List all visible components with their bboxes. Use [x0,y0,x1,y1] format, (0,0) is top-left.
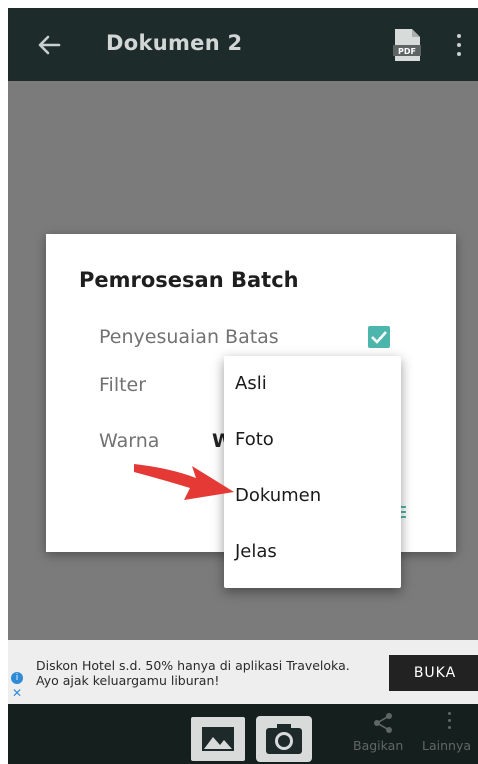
camera-icon [266,724,302,754]
checkmark-icon [371,331,387,344]
ad-open-button[interactable]: BUKA [389,655,478,691]
ad-info-icon[interactable]: i [11,672,23,684]
filter-option-dokumen[interactable]: Dokumen [235,478,385,514]
more-options-label[interactable]: Lainnya [422,738,471,753]
filter-option-asli[interactable]: Asli [235,366,385,402]
filter-option-foto[interactable]: Foto [235,422,385,458]
ad-text: Diskon Hotel s.d. 50% hanya di aplikasi … [36,658,350,688]
camera-button[interactable] [256,716,312,762]
share-icon[interactable] [372,712,394,734]
red-pointer-arrow-icon [134,464,234,500]
overflow-menu-icon[interactable] [454,34,464,60]
filter-option-jelas[interactable]: Jelas [235,534,385,570]
top-app-bar: Dokumen 2 PDF [8,8,478,81]
more-options-icon[interactable] [445,712,453,734]
border-adjust-checkbox[interactable] [368,326,390,348]
ad-close-icon[interactable]: ✕ [12,686,22,700]
dialog-title: Pemrosesan Batch [79,268,299,292]
document-title: Dokumen 2 [106,31,243,55]
bottom-toolbar: Bagikan Lainnya [8,704,478,764]
share-label[interactable]: Bagikan [353,738,403,753]
border-adjust-label: Penyesuaian Batas [99,326,279,348]
app-screen: Dokumen 2 PDF Pemrosesan Batch Penyesuai… [8,8,478,764]
pdf-export-icon[interactable]: PDF [392,28,422,62]
filter-label: Filter [99,374,147,396]
ad-banner: i ✕ Diskon Hotel s.d. 50% hanya di aplik… [8,640,478,704]
back-arrow-icon[interactable] [34,30,64,60]
image-icon [202,727,234,751]
filter-dropdown-menu: Asli Foto Dokumen Jelas [224,356,401,588]
gallery-button[interactable] [191,717,245,761]
pdf-icon-label: PDF [398,47,416,56]
